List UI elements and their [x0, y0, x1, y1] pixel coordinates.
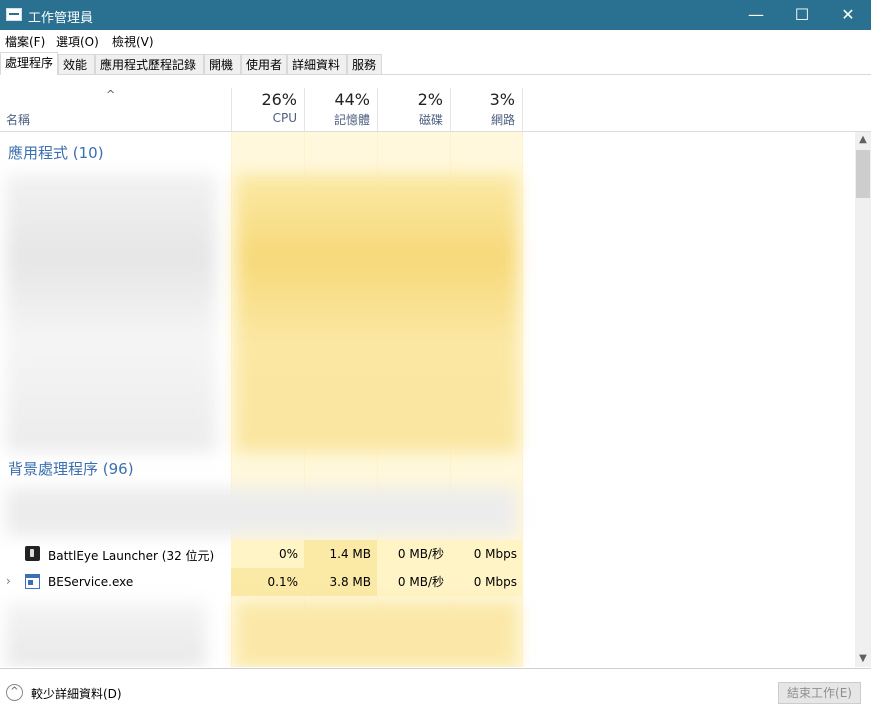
disk-cell: 0 MB/秒 — [377, 540, 450, 568]
scroll-up-icon[interactable]: ▲ — [855, 132, 871, 148]
redacted-app-values — [236, 174, 518, 452]
menu-view[interactable]: 檢視(V) — [112, 33, 154, 50]
tab-strip: 處理程序 效能 應用程式歷程記錄 開機 使用者 詳細資料 服務 — [0, 52, 871, 75]
column-header: ^ 名稱 26% CPU 44% 記憶體 2% 磁碟 3% 網路 — [0, 88, 871, 132]
tab-users[interactable]: 使用者 — [241, 54, 287, 74]
tab-app-history[interactable]: 應用程式歷程記錄 — [95, 54, 204, 74]
battleye-icon — [25, 546, 40, 561]
network-total: 3% — [489, 90, 515, 109]
close-button[interactable]: ✕ — [825, 0, 871, 30]
expand-icon[interactable]: › — [6, 574, 11, 588]
end-task-button[interactable]: 結束工作(E) — [778, 682, 861, 704]
table-row[interactable]: BattlEye Launcher (32 位元) 0% 1.4 MB 0 MB… — [0, 540, 523, 568]
vertical-scrollbar[interactable]: ▲ ▼ — [855, 132, 871, 667]
column-cpu[interactable]: 26% CPU — [231, 88, 304, 131]
menu-bar: 檔案(F) 選項(O) 檢視(V) — [0, 30, 871, 50]
column-memory[interactable]: 44% 記憶體 — [304, 88, 377, 131]
window-title: 工作管理員 — [28, 11, 94, 26]
table-row[interactable]: › BEService.exe 0.1% 3.8 MB 0 MB/秒 0 Mbp… — [0, 568, 523, 596]
network-cell: 0 Mbps — [450, 540, 523, 568]
tab-startup[interactable]: 開機 — [204, 54, 241, 74]
task-manager-icon — [6, 8, 22, 21]
minimize-button[interactable]: — — [733, 0, 779, 30]
disk-total: 2% — [417, 90, 443, 109]
redacted-background-row — [6, 488, 516, 536]
redacted-process-values — [236, 602, 518, 667]
group-apps-header[interactable]: 應用程式 (10) — [8, 142, 104, 163]
title-bar: 工作管理員 — ☐ ✕ — [0, 0, 871, 30]
redacted-app-names — [6, 174, 216, 452]
application-window-icon — [25, 574, 40, 589]
tab-performance[interactable]: 效能 — [58, 54, 95, 74]
collapse-circle-icon[interactable]: ^ — [6, 684, 23, 701]
network-cell: 0 Mbps — [450, 568, 523, 596]
tab-services[interactable]: 服務 — [347, 54, 382, 74]
cpu-cell: 0% — [231, 540, 304, 568]
cpu-label: CPU — [272, 111, 297, 125]
memory-cell: 3.8 MB — [304, 568, 377, 596]
scroll-down-icon[interactable]: ▼ — [855, 651, 871, 667]
group-background-header[interactable]: 背景處理程序 (96) — [8, 458, 134, 479]
memory-label: 記憶體 — [333, 113, 370, 127]
disk-cell: 0 MB/秒 — [377, 568, 450, 596]
fewer-details-link[interactable]: 較少詳細資料(D) — [31, 685, 122, 702]
tab-processes[interactable]: 處理程序 — [0, 52, 58, 75]
scrollbar-thumb[interactable] — [856, 150, 870, 198]
menu-file[interactable]: 檔案(F) — [5, 33, 45, 50]
sort-indicator-icon: ^ — [106, 88, 116, 101]
memory-cell: 1.4 MB — [304, 540, 377, 568]
process-name: BEService.exe — [48, 575, 134, 589]
network-label: 網路 — [490, 113, 515, 127]
column-name[interactable]: 名稱 — [6, 111, 30, 128]
cpu-cell: 0.1% — [231, 568, 304, 596]
disk-label: 磁碟 — [418, 113, 443, 127]
tab-details[interactable]: 詳細資料 — [287, 54, 347, 74]
menu-options[interactable]: 選項(O) — [56, 33, 99, 50]
footer: ^ 較少詳細資料(D) 結束工作(E) — [0, 668, 871, 717]
maximize-button[interactable]: ☐ — [779, 0, 825, 30]
memory-total: 44% — [334, 90, 370, 109]
process-list: 應用程式 (10) 背景處理程序 (96) BattlEye Launcher … — [0, 132, 855, 667]
process-name: BattlEye Launcher (32 位元) — [48, 549, 215, 563]
column-network[interactable]: 3% 網路 — [450, 88, 523, 131]
redacted-process-names — [6, 602, 206, 667]
column-disk[interactable]: 2% 磁碟 — [377, 88, 450, 131]
cpu-total: 26% — [261, 90, 297, 109]
